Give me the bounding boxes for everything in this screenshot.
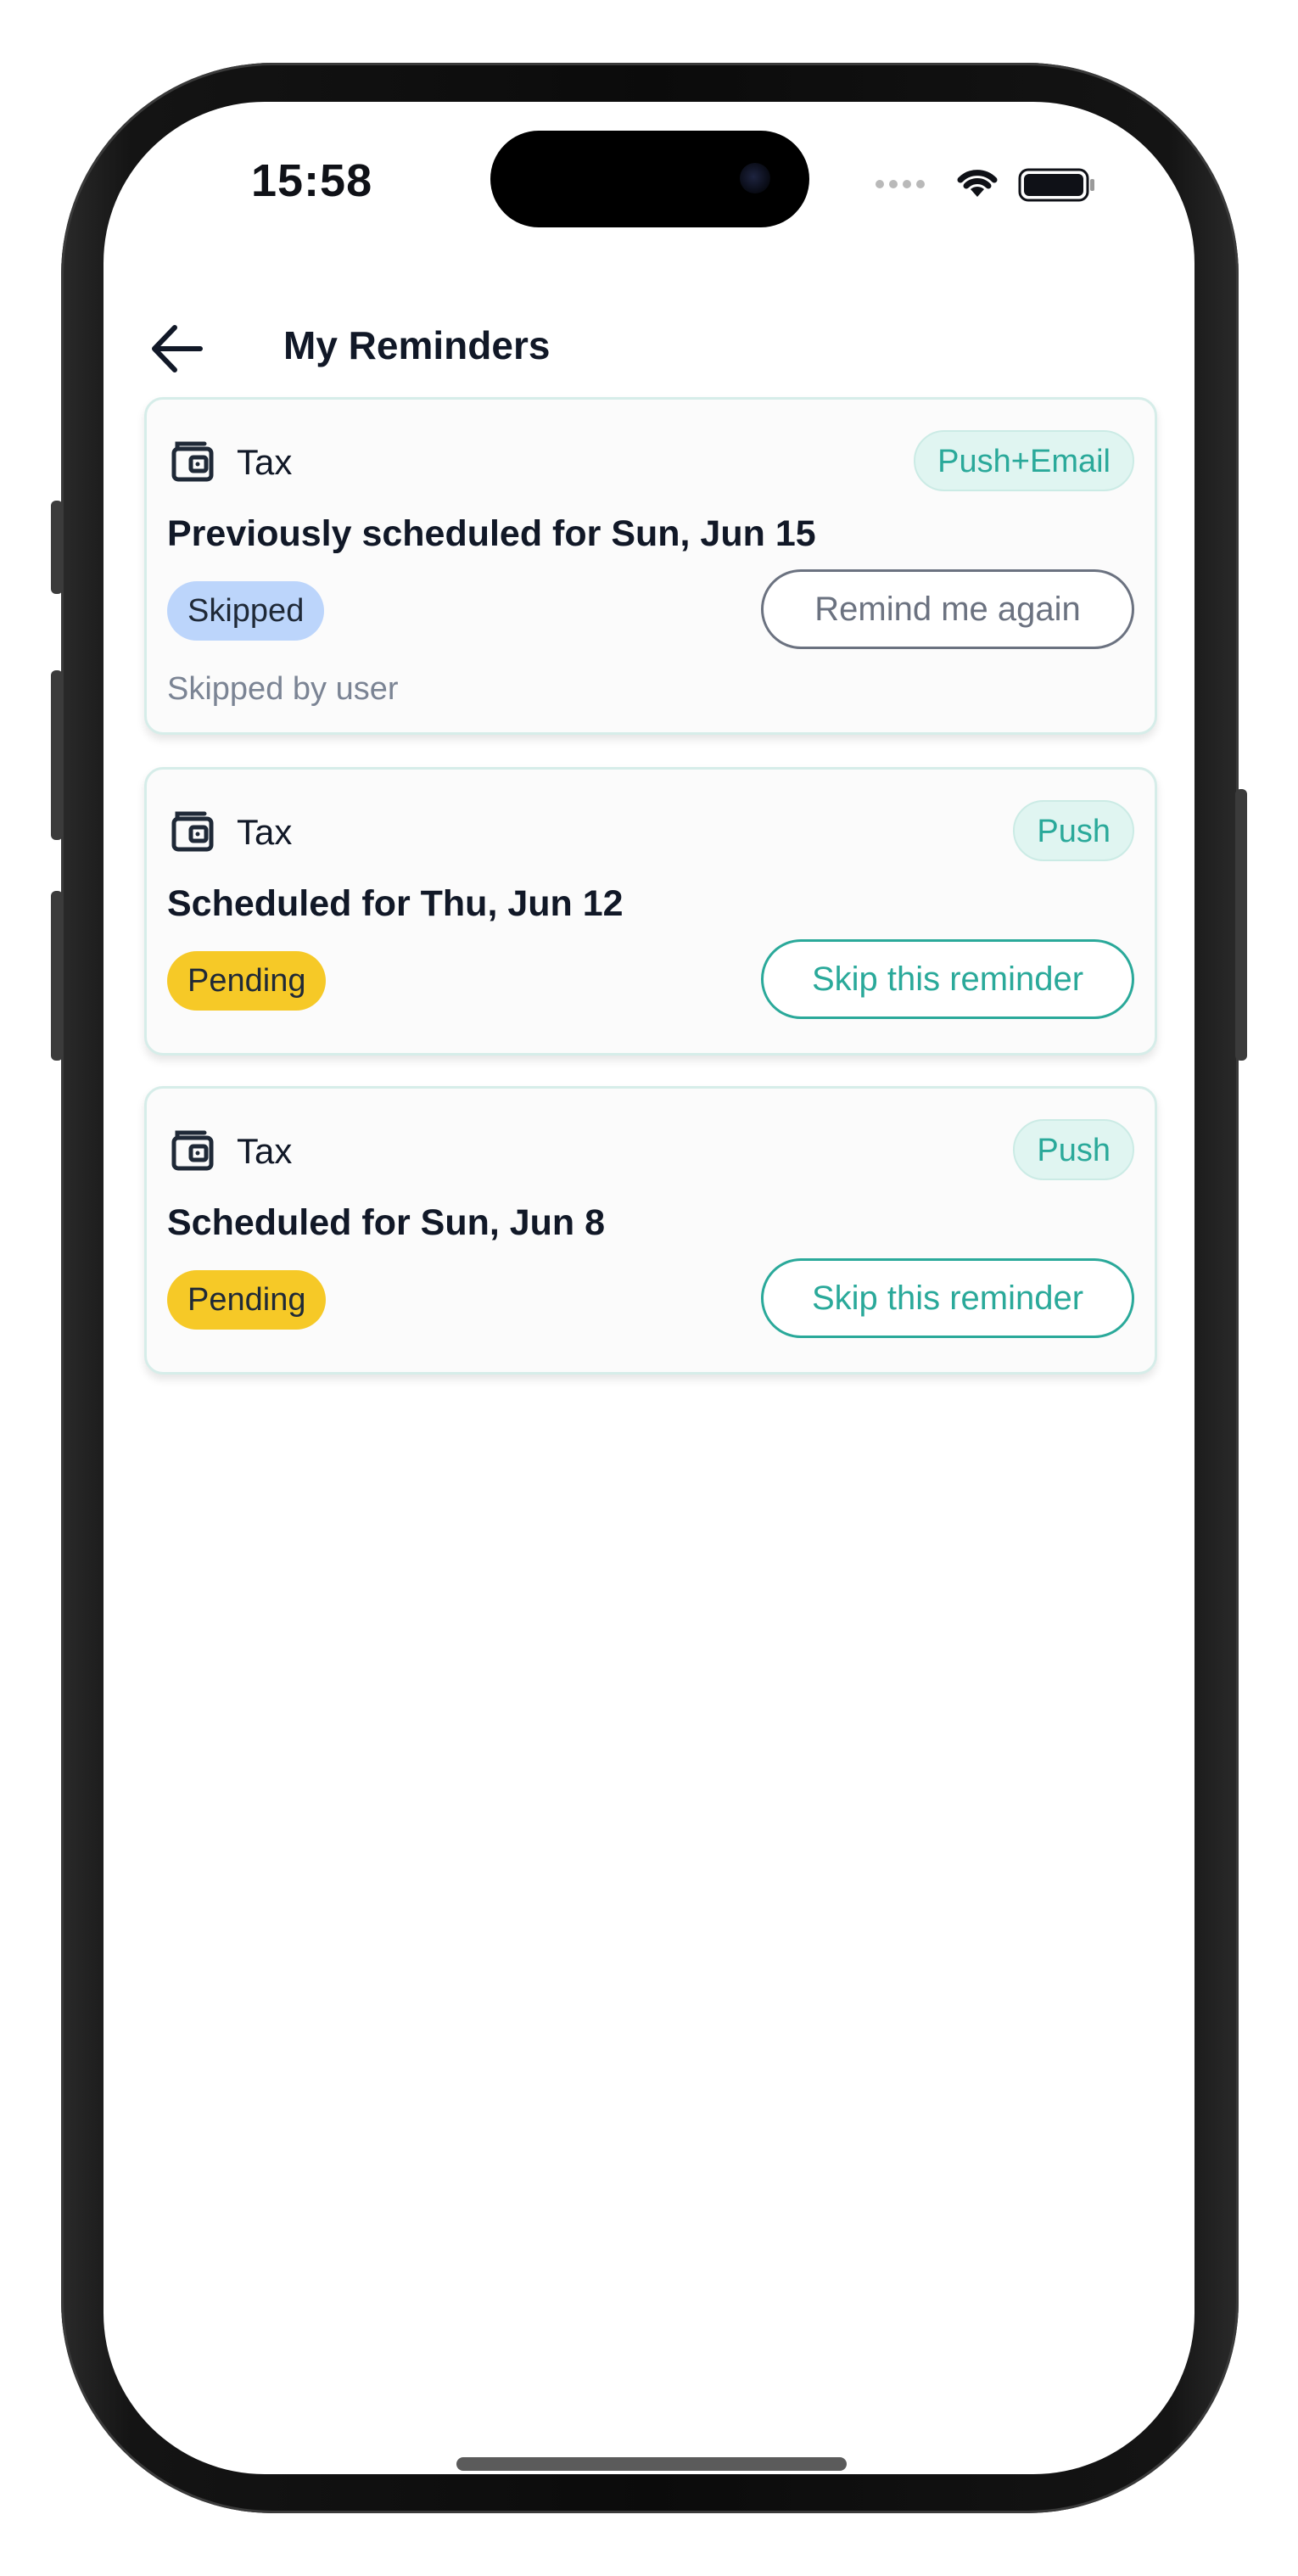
arrow-left-icon[interactable] <box>148 321 207 377</box>
channel-badge: Push+Email <box>914 430 1134 491</box>
camera-icon <box>740 163 770 193</box>
skip-reminder-button[interactable]: Skip this reminder <box>761 939 1134 1019</box>
status-icons <box>876 163 1096 205</box>
reminder-card: Tax Push Scheduled for Sun, Jun 8 Pendin… <box>144 1086 1157 1375</box>
reminder-title: Scheduled for Sun, Jun 8 <box>167 1202 606 1243</box>
skip-reminder-button[interactable]: Skip this reminder <box>761 1258 1134 1338</box>
status-badge: Pending <box>167 951 327 1011</box>
screen: 15:58 My Reminders Tax Push+Email Previo… <box>104 102 1194 2474</box>
wallet-icon <box>171 1130 214 1171</box>
status-badge: Pending <box>167 1270 327 1330</box>
dynamic-island <box>490 131 809 227</box>
reminder-card: Tax Push+Email Previously scheduled for … <box>144 397 1157 735</box>
channel-badge: Push <box>1013 1119 1134 1180</box>
action-button <box>51 501 63 594</box>
category-label: Tax <box>237 442 293 482</box>
wallet-icon <box>171 811 214 852</box>
wallet-icon <box>171 441 214 482</box>
skip-note: Skipped by user <box>167 671 399 707</box>
app-header: My Reminders <box>104 297 1194 399</box>
page-title: My Reminders <box>283 323 551 367</box>
wifi-icon <box>957 170 998 197</box>
channel-badge: Push <box>1013 800 1134 861</box>
reminder-title: Scheduled for Thu, Jun 12 <box>167 883 624 924</box>
volume-down-button <box>51 891 63 1061</box>
cellular-signal-icon <box>876 180 925 188</box>
volume-up-button <box>51 670 63 840</box>
status-time: 15:58 <box>251 155 373 206</box>
remind-again-button[interactable]: Remind me again <box>761 569 1134 649</box>
power-button <box>1235 789 1247 1061</box>
category-label: Tax <box>237 812 293 852</box>
status-badge: Skipped <box>167 581 325 641</box>
category-label: Tax <box>237 1131 293 1171</box>
battery-icon <box>1018 168 1094 202</box>
reminder-title: Previously scheduled for Sun, Jun 15 <box>167 513 816 554</box>
reminder-card: Tax Push Scheduled for Thu, Jun 12 Pendi… <box>144 767 1157 1056</box>
home-indicator[interactable] <box>456 2457 847 2471</box>
